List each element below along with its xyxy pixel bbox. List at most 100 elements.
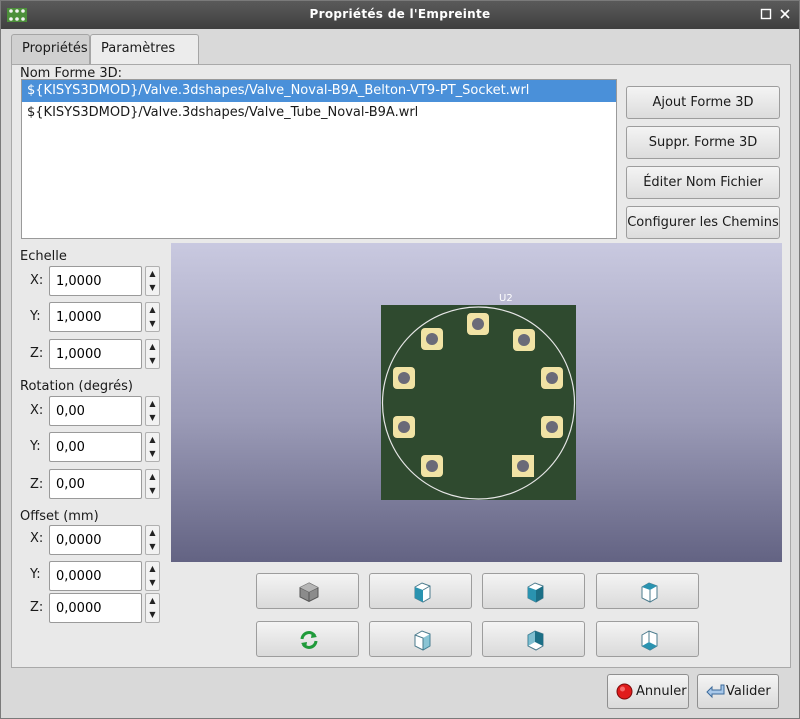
view-right-icon — [414, 582, 431, 603]
view-3d-cube-icon — [299, 582, 319, 603]
scale-z-spinbox: ▲ ▼ — [49, 339, 160, 369]
rotation-x-input[interactable] — [49, 396, 142, 426]
pad — [421, 328, 443, 350]
reference-designator: U2 — [499, 293, 513, 304]
pad — [421, 455, 443, 477]
dialog-window: Propriétés de l'Empreinte Propriétés Par… — [0, 0, 800, 719]
rotation-x-spinbox: ▲ ▼ — [49, 396, 160, 426]
ok-label: Valider — [726, 684, 771, 699]
restore-icon[interactable] — [758, 6, 774, 22]
spin-arrows: ▲ ▼ — [145, 339, 160, 369]
list-item[interactable]: ${KISYS3DMOD}/Valve.3dshapes/Valve_Noval… — [22, 80, 616, 102]
cancel-label: Annuler — [636, 684, 687, 699]
rotation-z-input[interactable] — [49, 469, 142, 499]
shape-list[interactable]: ${KISYS3DMOD}/Valve.3dshapes/Valve_Noval… — [21, 79, 617, 239]
decrement-icon[interactable]: ▼ — [146, 608, 159, 622]
rotation-y-spinbox: ▲ ▼ — [49, 432, 160, 462]
view-left-icon — [414, 630, 431, 651]
increment-icon[interactable]: ▲ — [146, 267, 159, 281]
offset-label: Offset (mm) — [20, 509, 99, 524]
offset-x-spinbox: ▲ ▼ — [49, 525, 160, 555]
spin-arrows: ▲ ▼ — [145, 593, 160, 623]
scale-z-label: Z: — [30, 346, 44, 361]
rotation-y-label: Y: — [30, 439, 41, 454]
ok-button[interactable]: Valider — [697, 674, 779, 709]
view-bottom-icon — [641, 630, 658, 651]
title-bar: Propriétés de l'Empreinte — [1, 1, 799, 29]
view-back-icon — [527, 630, 544, 651]
close-icon[interactable] — [777, 6, 793, 22]
increment-icon[interactable]: ▲ — [146, 470, 159, 484]
decrement-icon[interactable]: ▼ — [146, 484, 159, 498]
cancel-icon — [616, 683, 633, 700]
increment-icon[interactable]: ▲ — [146, 303, 159, 317]
reload-button[interactable] — [256, 621, 359, 657]
offset-z-label: Z: — [30, 600, 44, 615]
decrement-icon[interactable]: ▼ — [146, 576, 159, 590]
tab-3d-settings[interactable]: Paramètres 3D — [90, 34, 199, 84]
list-item[interactable]: ${KISYS3DMOD}/Valve.3dshapes/Valve_Tube_… — [22, 102, 616, 124]
decrement-icon[interactable]: ▼ — [146, 317, 159, 331]
pad — [513, 329, 535, 351]
spin-arrows: ▲ ▼ — [145, 525, 160, 555]
spin-arrows: ▲ ▼ — [145, 432, 160, 462]
scale-z-input[interactable] — [49, 339, 142, 369]
edit-filename-button[interactable]: Éditer Nom Fichier — [626, 166, 780, 199]
tab-panel-3d: Nom Forme 3D: ${KISYS3DMOD}/Valve.3dshap… — [11, 64, 791, 668]
offset-z-input[interactable] — [49, 593, 142, 623]
3d-preview-canvas[interactable]: U2 — [171, 243, 782, 562]
pad — [541, 367, 563, 389]
add-shape-button[interactable]: Ajout Forme 3D — [626, 86, 780, 119]
offset-y-label: Y: — [30, 567, 41, 582]
decrement-icon[interactable]: ▼ — [146, 354, 159, 368]
increment-icon[interactable]: ▲ — [146, 433, 159, 447]
scale-x-input[interactable] — [49, 266, 142, 296]
pcb-board — [381, 305, 576, 500]
rotation-z-spinbox: ▲ ▼ — [49, 469, 160, 499]
tab-properties[interactable]: Propriétés — [11, 34, 90, 64]
view-right-button[interactable] — [369, 573, 472, 609]
spin-arrows: ▲ ▼ — [145, 266, 160, 296]
rotation-x-label: X: — [30, 403, 44, 418]
increment-icon[interactable]: ▲ — [146, 397, 159, 411]
view-bottom-button[interactable] — [596, 621, 699, 657]
view-back-button[interactable] — [482, 621, 585, 657]
pad — [512, 455, 534, 477]
rotation-z-label: Z: — [30, 477, 44, 492]
offset-y-spinbox: ▲ ▼ — [49, 561, 160, 591]
decrement-icon[interactable]: ▼ — [146, 281, 159, 295]
increment-icon[interactable]: ▲ — [146, 526, 159, 540]
scale-x-label: X: — [30, 273, 44, 288]
decrement-icon[interactable]: ▼ — [146, 411, 159, 425]
spin-arrows: ▲ ▼ — [145, 561, 160, 591]
transform-panel: Echelle X: ▲ ▼ Y: ▲ ▼ Z: — [12, 243, 170, 663]
scale-y-spinbox: ▲ ▼ — [49, 302, 160, 332]
scale-label: Echelle — [20, 249, 67, 264]
pad — [393, 416, 415, 438]
reload-icon — [300, 631, 318, 649]
rotation-y-input[interactable] — [49, 432, 142, 462]
increment-icon[interactable]: ▲ — [146, 340, 159, 354]
view-3d-button[interactable] — [256, 573, 359, 609]
offset-x-input[interactable] — [49, 525, 142, 555]
decrement-icon[interactable]: ▼ — [146, 540, 159, 554]
increment-icon[interactable]: ▲ — [146, 594, 159, 608]
view-top-icon — [641, 582, 658, 603]
pad — [541, 416, 563, 438]
offset-y-input[interactable] — [49, 561, 142, 591]
decrement-icon[interactable]: ▼ — [146, 447, 159, 461]
configure-paths-button[interactable]: Configurer les Chemins — [626, 206, 780, 239]
view-front-icon — [527, 582, 544, 603]
offset-z-spinbox: ▲ ▼ — [49, 593, 160, 623]
window-title: Propriétés de l'Empreinte — [309, 7, 491, 21]
view-top-button[interactable] — [596, 573, 699, 609]
remove-shape-button[interactable]: Suppr. Forme 3D — [626, 126, 780, 159]
scale-y-input[interactable] — [49, 302, 142, 332]
spin-arrows: ▲ ▼ — [145, 302, 160, 332]
increment-icon[interactable]: ▲ — [146, 562, 159, 576]
view-left-button[interactable] — [369, 621, 472, 657]
cancel-button[interactable]: Annuler — [607, 674, 689, 709]
spin-arrows: ▲ ▼ — [145, 396, 160, 426]
offset-x-label: X: — [30, 531, 44, 546]
view-front-button[interactable] — [482, 573, 585, 609]
